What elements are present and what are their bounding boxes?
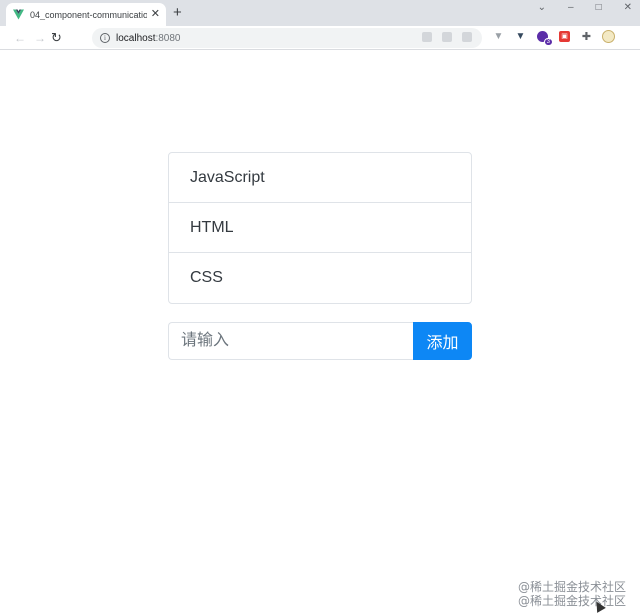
vue-devtools-inactive-icon[interactable]: ▼ bbox=[492, 30, 505, 43]
extension-badge-count: 3 bbox=[543, 38, 553, 46]
forward-icon[interactable]: → bbox=[34, 30, 46, 46]
extension-red-icon[interactable]: ▣ bbox=[559, 31, 570, 42]
url-port: :8080 bbox=[155, 32, 181, 44]
watermark: @稀土掘金技术社区 @稀土掘金技术社区 bbox=[518, 580, 626, 608]
list-item: HTML bbox=[169, 203, 471, 253]
watermark-line: @稀土掘金技术社区 bbox=[517, 594, 626, 608]
item-list: JavaScript HTML CSS bbox=[168, 152, 472, 304]
profile-avatar-icon[interactable] bbox=[602, 30, 615, 43]
close-tab-icon[interactable]: ✕ bbox=[151, 9, 160, 20]
install-icon[interactable] bbox=[422, 32, 432, 42]
reload-icon[interactable]: ↻ bbox=[51, 30, 62, 46]
extensions-puzzle-icon[interactable]: ✚ bbox=[580, 30, 593, 43]
watermark-line: @稀土掘金技术社区 bbox=[517, 580, 626, 594]
vue-devtools-icon[interactable]: ▼ bbox=[514, 30, 527, 43]
list-item: CSS bbox=[190, 269, 223, 286]
info-icon[interactable]: i bbox=[100, 33, 110, 43]
translate-icon[interactable] bbox=[442, 32, 452, 42]
item-input[interactable] bbox=[168, 322, 413, 360]
add-button[interactable]: 添加 bbox=[413, 322, 472, 360]
back-icon[interactable]: ← bbox=[14, 30, 26, 46]
new-tab-button[interactable]: + bbox=[173, 5, 182, 21]
address-bar[interactable]: i localhost:8080 bbox=[92, 28, 482, 48]
tab-title: 04_component-communicatio bbox=[30, 9, 147, 20]
close-window-icon[interactable]: ✕ bbox=[624, 2, 632, 13]
tab-search-icon[interactable]: ⌄ bbox=[538, 2, 546, 13]
minimize-icon[interactable]: – bbox=[568, 2, 574, 13]
maximize-icon[interactable]: □ bbox=[596, 2, 602, 13]
add-item-form: 添加 bbox=[168, 322, 472, 360]
omnibox-actions bbox=[422, 32, 472, 42]
bookmark-star-icon[interactable] bbox=[462, 32, 472, 42]
browser-toolbar: ← → ↻ i localhost:8080 ▼ ▼ 3 ▣ ✚ bbox=[0, 26, 640, 50]
vue-favicon-icon bbox=[13, 9, 24, 20]
list-item: JavaScript bbox=[169, 153, 471, 203]
extension-badge-icon[interactable]: 3 bbox=[536, 30, 553, 46]
tab-bar: 04_component-communicatio ✕ + ⌄ – □ ✕ bbox=[0, 0, 640, 26]
url-host: localhost bbox=[116, 32, 156, 44]
browser-tab[interactable]: 04_component-communicatio ✕ bbox=[6, 3, 166, 26]
window-controls: ⌄ – □ ✕ bbox=[538, 0, 632, 14]
extensions-row: ▼ ▼ 3 ▣ ✚ bbox=[492, 30, 615, 46]
